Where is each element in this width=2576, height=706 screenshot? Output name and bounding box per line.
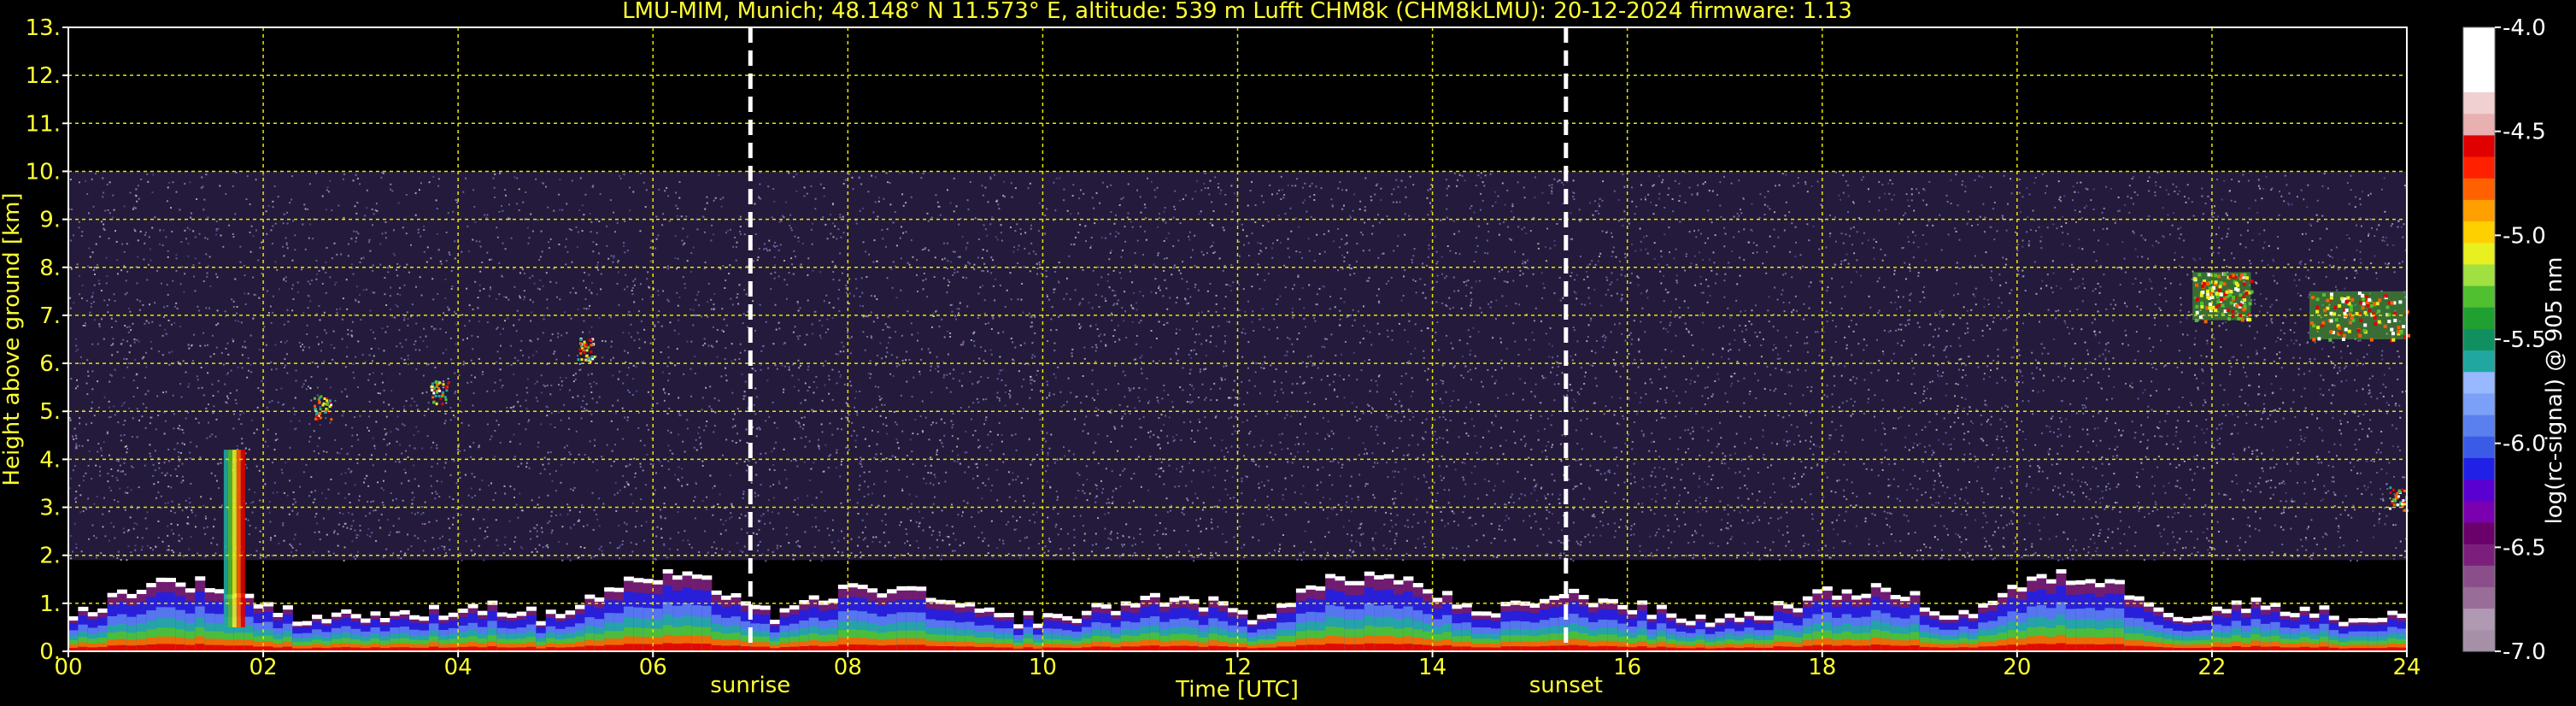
- colorbar-tick-label: -4.0: [2503, 15, 2546, 41]
- colorbar-block: [2463, 392, 2495, 415]
- colorbar-block: [2463, 415, 2495, 437]
- x-tick-label: 22: [2198, 655, 2226, 680]
- colorbar-tick-label: -5.5: [2503, 327, 2546, 353]
- colorbar-block: [2463, 565, 2495, 587]
- colorbar-block: [2463, 285, 2495, 308]
- colorbar-label: log(rc-signal) @ 905 nm: [2542, 257, 2567, 525]
- colorbar-block: [2463, 521, 2495, 544]
- x-tick-label: 14: [1418, 655, 1446, 680]
- colorbar-block: [2463, 544, 2495, 566]
- y-tick-label: 11.: [26, 111, 61, 137]
- y-tick-label: 0.: [39, 639, 61, 665]
- colorbar-tick-label: -4.5: [2503, 120, 2546, 145]
- y-tick-label: 13.: [26, 15, 61, 41]
- colorbar-tick-label: -6.5: [2503, 535, 2546, 561]
- y-tick-label: 10.: [26, 159, 61, 185]
- y-tick-label: 6.: [39, 351, 61, 377]
- colorbar-tick-label: -7.0: [2503, 639, 2546, 665]
- y-tick-label: 4.: [39, 447, 61, 473]
- colorbar-block: [2463, 156, 2495, 179]
- x-tick-label: 08: [834, 655, 862, 680]
- x-tick-label: 16: [1613, 655, 1641, 680]
- colorbar-block: [2463, 500, 2495, 523]
- x-tick-label: 24: [2392, 655, 2421, 680]
- colorbar-block: [2463, 436, 2495, 458]
- colorbar-block: [2463, 134, 2495, 157]
- y-tick-label: 7.: [39, 303, 61, 329]
- colorbar-tick-label: -6.0: [2503, 432, 2546, 457]
- colorbar-block: [2463, 70, 2495, 93]
- sun-marker-label: sunset: [1529, 673, 1603, 698]
- y-axis-label: Height above ground [km]: [0, 192, 25, 485]
- backscatter-noise: [68, 171, 2409, 562]
- x-tick-label: 02: [249, 655, 278, 680]
- colorbar-block: [2463, 457, 2495, 480]
- colorbar-block: [2463, 263, 2495, 286]
- x-tick-label: 18: [1808, 655, 1836, 680]
- x-axis-label: Time [UTC]: [1175, 677, 1299, 703]
- colorbar-tick-label: -5.0: [2503, 223, 2546, 249]
- x-tick-label: 04: [444, 655, 472, 680]
- colorbar-block: [2463, 199, 2495, 222]
- colorbar-block: [2463, 307, 2495, 329]
- y-tick-label: 2.: [39, 544, 61, 569]
- colorbar-block: [2463, 91, 2495, 115]
- colorbar-block: [2463, 49, 2495, 71]
- y-tick-label: 1.: [39, 591, 61, 617]
- colorbar-block: [2463, 479, 2495, 502]
- colorbar-block: [2463, 178, 2495, 200]
- y-tick-label: 3.: [39, 496, 61, 521]
- x-tick-label: 20: [2003, 655, 2031, 680]
- colorbar-block: [2463, 221, 2495, 244]
- colorbar-block: [2463, 371, 2495, 394]
- colorbar-blocks: [2463, 27, 2495, 652]
- x-tick-label: 10: [1029, 655, 1057, 680]
- colorbar-block: [2463, 328, 2495, 351]
- colorbar-block: [2463, 629, 2495, 652]
- colorbar-block: [2463, 113, 2495, 136]
- colorbar-block: [2463, 586, 2495, 609]
- y-tick-label: 12.: [26, 63, 61, 89]
- plot-area: sunrise sunset: [67, 26, 2410, 698]
- colorbar-block: [2463, 242, 2495, 265]
- y-tick-label: 5.: [39, 399, 61, 425]
- y-tick-label: 8.: [39, 256, 61, 281]
- colorbar-block: [2463, 27, 2495, 50]
- colorbar-block: [2463, 608, 2495, 631]
- x-tick-label: 06: [639, 655, 667, 680]
- y-tick-label: 9.: [39, 208, 61, 233]
- chart-title: LMU-MIM, Munich; 48.148° N 11.573° E, al…: [622, 0, 1852, 24]
- sun-marker-label: sunrise: [710, 673, 790, 698]
- ceilometer-chart: LMU-MIM, Munich; 48.148° N 11.573° E, al…: [0, 0, 2576, 706]
- colorbar-block: [2463, 350, 2495, 373]
